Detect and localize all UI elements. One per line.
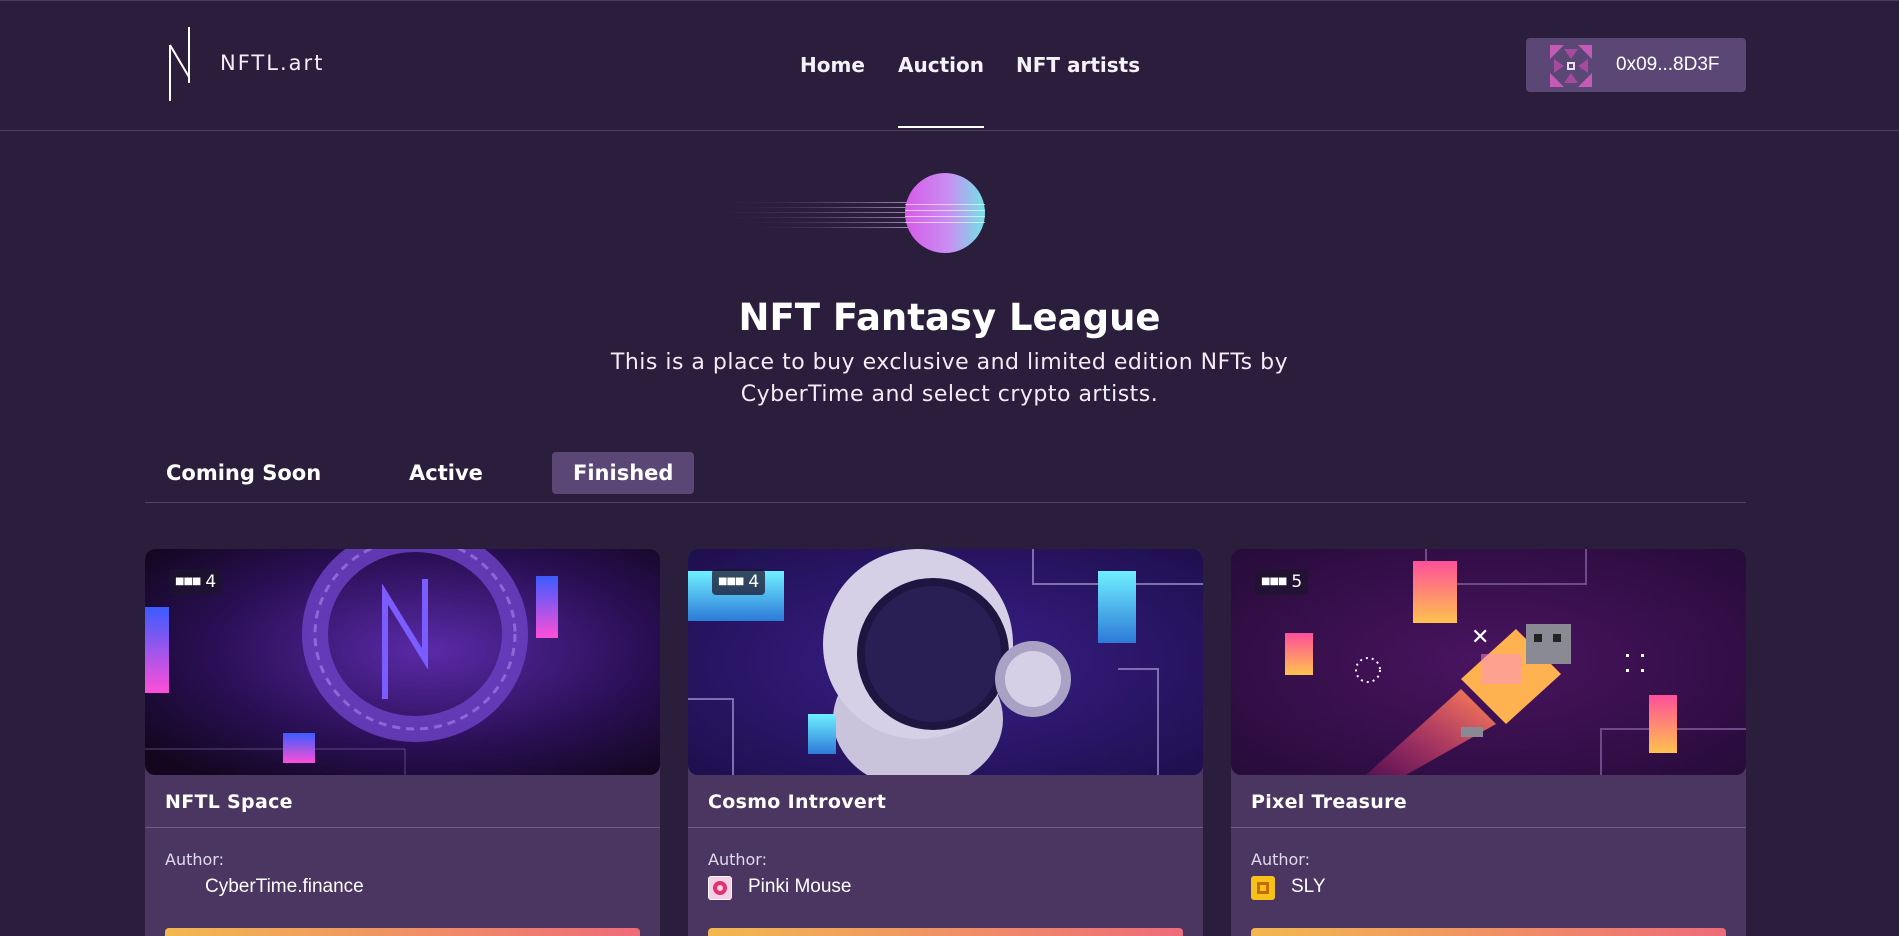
card-action-bar[interactable] — [708, 928, 1183, 936]
author-label: Author: — [165, 850, 224, 869]
nft-image: ✕ ■■■ 5 — [1231, 549, 1746, 775]
auction-tabs: Coming Soon Active Finished — [145, 452, 1746, 503]
author-label: Author: — [1251, 850, 1310, 869]
nft-card[interactable]: ■■■ 4 NFTL Space Author: CyberTime.finan… — [145, 549, 660, 936]
card-divider — [145, 827, 660, 828]
nav-nft-artists[interactable]: NFT artists — [1016, 53, 1140, 77]
tab-coming-soon[interactable]: Coming Soon — [166, 452, 321, 494]
logo-text[interactable]: NFTL.art — [220, 51, 324, 75]
pink-flower-icon — [708, 876, 732, 900]
author-name[interactable]: SLY — [1291, 876, 1326, 898]
yellow-sly-icon — [1251, 876, 1275, 900]
author-label: Author: — [708, 850, 767, 869]
edition-count-badge: ■■■ 4 — [712, 569, 766, 595]
author-name[interactable]: CyberTime.finance — [205, 876, 364, 898]
site-header: NFTL.art Home Auction NFT artists 0x09..… — [0, 1, 1899, 131]
svg-text:✕: ✕ — [1471, 625, 1489, 650]
active-nav-indicator — [898, 126, 984, 128]
nav-home[interactable]: Home — [800, 53, 865, 77]
edition-count: 5 — [1291, 572, 1303, 592]
edition-count: 4 — [205, 572, 217, 592]
card-action-bar[interactable] — [1251, 928, 1726, 936]
edition-count: 4 — [748, 572, 760, 592]
grid-icon: ■■■ — [175, 576, 201, 587]
hero-orb-icon — [700, 173, 985, 253]
nft-card[interactable]: ✕ ■■■ 5 Pixel Treasure Author: SLY — [1231, 549, 1746, 936]
nftl-logo-icon[interactable] — [168, 27, 192, 101]
edition-count-badge: ■■■ 4 — [169, 569, 223, 595]
tab-finished[interactable]: Finished — [552, 452, 695, 494]
nft-image: ■■■ 4 — [145, 549, 660, 775]
wallet-avatar-icon — [1550, 45, 1592, 87]
nav-auction[interactable]: Auction — [898, 53, 984, 77]
grid-icon: ■■■ — [1261, 576, 1287, 587]
page-description: This is a place to buy exclusive and lim… — [610, 350, 1289, 407]
nft-title: Pixel Treasure — [1251, 791, 1407, 813]
nft-card[interactable]: ■■■ 4 Cosmo Introvert Author: Pinki Mous… — [688, 549, 1203, 936]
tab-active[interactable]: Active — [409, 452, 483, 494]
page-title: NFT Fantasy League — [738, 296, 1161, 339]
wallet-button[interactable]: 0x09...8D3F — [1526, 38, 1746, 92]
author-name[interactable]: Pinki Mouse — [748, 876, 852, 898]
grid-icon: ■■■ — [718, 576, 744, 587]
nft-image: ■■■ 4 — [688, 549, 1203, 775]
edition-count-badge: ■■■ 5 — [1255, 569, 1309, 595]
nft-title: NFTL Space — [165, 791, 293, 813]
card-action-bar[interactable] — [165, 928, 640, 936]
card-divider — [688, 827, 1203, 828]
card-divider — [1231, 827, 1746, 828]
wallet-address: 0x09...8D3F — [1616, 54, 1720, 75]
nft-title: Cosmo Introvert — [708, 791, 887, 813]
